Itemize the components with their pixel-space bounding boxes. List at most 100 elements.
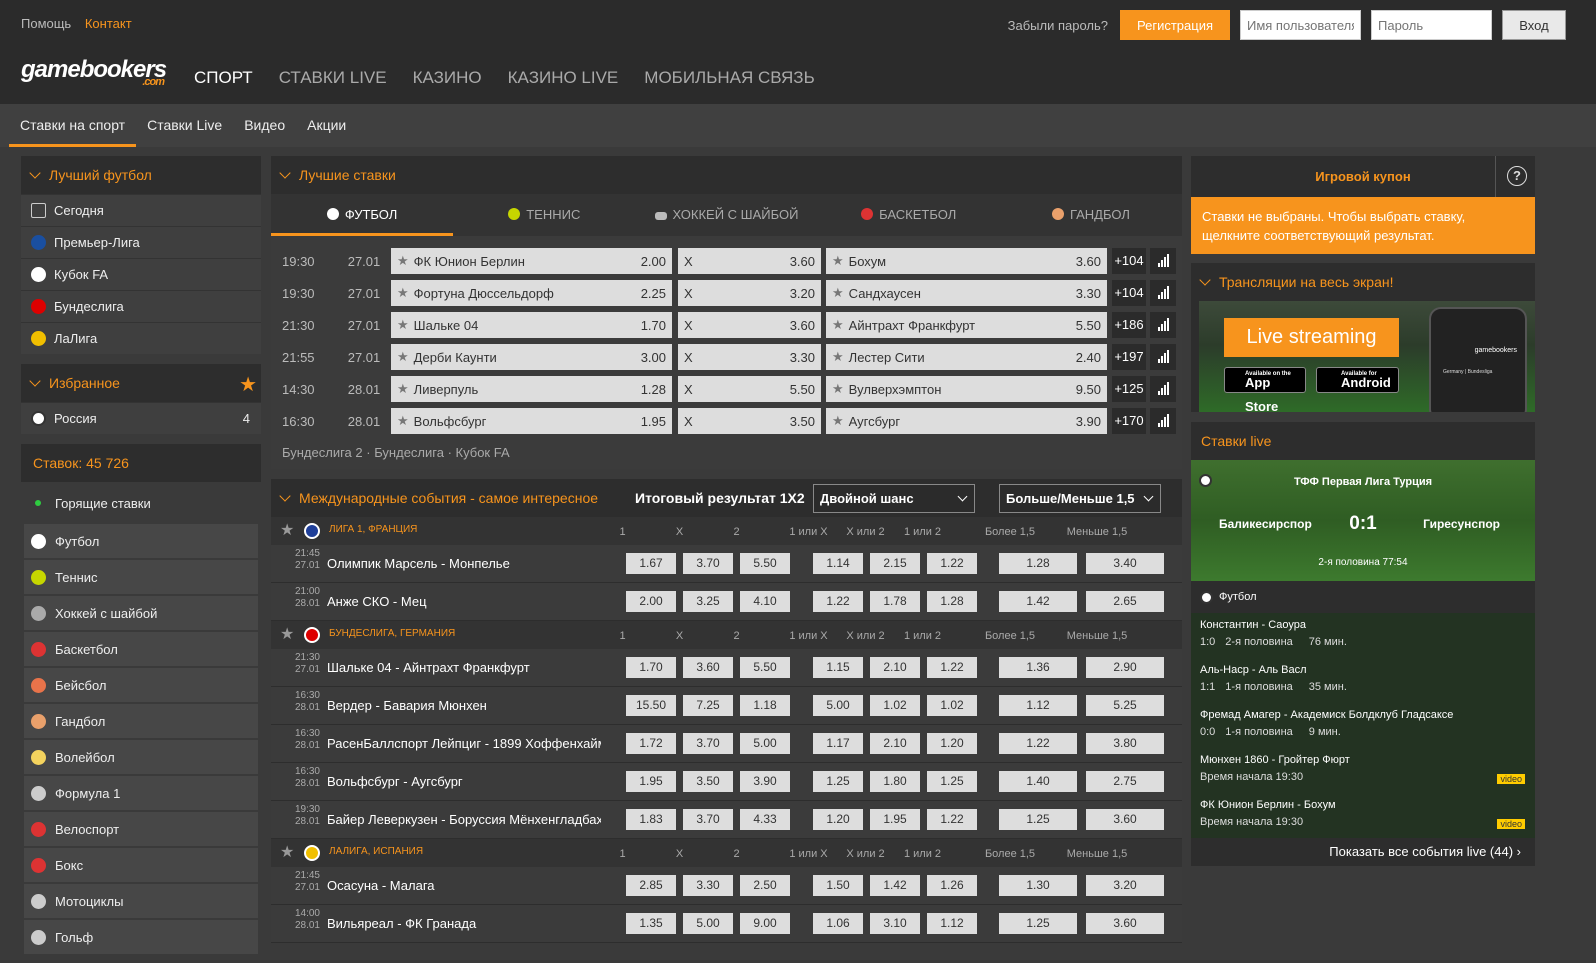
star-icon[interactable]: ★ (280, 520, 294, 540)
odd-button[interactable]: 1.30 (999, 875, 1077, 896)
event-name[interactable]: Байер Леверкузен - Боруссия Мёнхенгладба… (327, 812, 601, 827)
odd-button[interactable]: 2.50 (740, 875, 790, 896)
odd-button[interactable]: 5.50 (740, 657, 790, 678)
live-event[interactable]: ФК Юнион Берлин - Бохум Время начала 19:3… (1191, 793, 1535, 838)
stats-icon[interactable] (1150, 280, 1176, 306)
away-odd-button[interactable]: ★ Аугсбург 3.90 (826, 408, 1107, 434)
nav-casino[interactable]: КАЗИНО (413, 68, 482, 88)
odd-button[interactable]: 7.25 (683, 695, 733, 716)
away-odd-button[interactable]: ★ Вулверхэмптон 9.50 (826, 376, 1107, 402)
odd-button[interactable]: 1.25 (813, 771, 863, 792)
sport-item[interactable]: Бейсбол (24, 668, 258, 702)
odd-button[interactable]: 1.35 (626, 913, 676, 934)
odd-button[interactable]: 1.14 (813, 553, 863, 574)
best-football-item[interactable]: Сегодня (21, 194, 261, 226)
star-icon[interactable]: ★ (397, 349, 409, 365)
streaming-header[interactable]: Трансляции на весь экран! (1191, 263, 1535, 301)
sport-item[interactable]: Хоккей с шайбой (24, 596, 258, 630)
stats-icon[interactable] (1150, 312, 1176, 338)
stats-icon[interactable] (1150, 408, 1176, 434)
odd-button[interactable]: 3.60 (683, 657, 733, 678)
draw-odd-button[interactable]: X 3.20 (678, 280, 821, 306)
odd-button[interactable]: 5.50 (740, 553, 790, 574)
event-name[interactable]: Шальке 04 - Айнтрахт Франкфурт (327, 660, 601, 675)
live-featured-card[interactable]: ТФФ Первая Лига Турция Баликесирспор 0:1… (1191, 460, 1535, 581)
login-button[interactable]: Вход (1502, 10, 1566, 40)
home-odd-button[interactable]: ★ Шальке 04 1.70 (391, 312, 672, 338)
subnav-video[interactable]: Видео (233, 104, 296, 147)
odd-button[interactable]: 1.22 (927, 657, 977, 678)
odd-button[interactable]: 2.15 (870, 553, 920, 574)
star-icon[interactable]: ★ (397, 253, 409, 269)
odd-button[interactable]: 5.00 (740, 733, 790, 754)
league-link[interactable]: Бундеслига (374, 445, 444, 460)
help-link[interactable]: Помощь (21, 16, 71, 31)
odd-button[interactable]: 9.00 (740, 913, 790, 934)
odd-button[interactable]: 3.70 (683, 809, 733, 830)
sport-item[interactable]: Футбол (24, 524, 258, 558)
home-odd-button[interactable]: ★ ФК Юнион Берлин 2.00 (391, 248, 672, 274)
best-bets-header[interactable]: Лучшие ставки (271, 156, 1182, 194)
register-button[interactable]: Регистрация (1120, 10, 1230, 40)
odd-button[interactable]: 2.75 (1086, 771, 1164, 792)
odd-button[interactable]: 3.30 (683, 875, 733, 896)
away-odd-button[interactable]: ★ Лестер Сити 2.40 (826, 344, 1107, 370)
odd-button[interactable]: 3.90 (740, 771, 790, 792)
sport-item[interactable]: Баскетбол (24, 632, 258, 666)
more-markets-button[interactable]: +104 (1112, 280, 1146, 306)
nav-mobile[interactable]: МОБИЛЬНАЯ СВЯЗЬ (644, 68, 814, 88)
odd-button[interactable]: 5.25 (1086, 695, 1164, 716)
odd-button[interactable]: 2.10 (870, 733, 920, 754)
subnav-sport-bets[interactable]: Ставки на спорт (9, 104, 137, 147)
favorites-header[interactable]: Избранное ★ (21, 364, 261, 402)
odd-button[interactable]: 1.50 (813, 875, 863, 896)
odd-button[interactable]: 1.22 (813, 591, 863, 612)
odd-button[interactable]: 1.25 (927, 771, 977, 792)
odd-button[interactable]: 1.28 (927, 591, 977, 612)
logo[interactable]: gamebookers .com (21, 56, 167, 88)
event-name[interactable]: Вердер - Бавария Мюнхен (327, 698, 601, 713)
sport-item[interactable]: Волейбол (24, 740, 258, 774)
live-event[interactable]: Фремад Амагер - Академиск Болдклуб Гладс… (1191, 703, 1535, 748)
star-icon[interactable]: ★ (832, 349, 844, 365)
tab-football[interactable]: ФУТБОЛ (271, 194, 454, 236)
event-name[interactable]: Олимпик Марсель - Монпелье (327, 556, 601, 571)
league-link[interactable]: Кубок FA (456, 445, 510, 460)
odd-button[interactable]: 3.20 (1086, 875, 1164, 896)
odd-button[interactable]: 1.06 (813, 913, 863, 934)
star-icon[interactable]: ★ (397, 413, 409, 429)
odd-button[interactable]: 1.78 (870, 591, 920, 612)
more-markets-button[interactable]: +170 (1112, 408, 1146, 434)
fav-item[interactable]: Россия 4 (21, 402, 261, 434)
odd-button[interactable]: 3.60 (1086, 809, 1164, 830)
show-all-live-link[interactable]: Показать все события live (44) › (1191, 838, 1535, 866)
best-football-item[interactable]: Премьер-Лига (21, 226, 261, 258)
star-icon[interactable]: ★ (397, 381, 409, 397)
odd-button[interactable]: 1.42 (870, 875, 920, 896)
odd-button[interactable]: 3.40 (1086, 553, 1164, 574)
double-chance-select[interactable]: Двойной шанс (813, 484, 975, 513)
odd-button[interactable]: 1.26 (927, 875, 977, 896)
tab-basketball[interactable]: БАСКЕТБОЛ (818, 194, 1000, 236)
odd-button[interactable]: 1.12 (999, 695, 1077, 716)
odd-button[interactable]: 1.15 (813, 657, 863, 678)
odd-button[interactable]: 2.90 (1086, 657, 1164, 678)
subnav-live-bets[interactable]: Ставки Live (136, 104, 233, 147)
star-icon[interactable]: ★ (832, 317, 844, 333)
nav-casino-live[interactable]: КАЗИНО LIVE (508, 68, 619, 88)
event-name[interactable]: Анже СКО - Мец (327, 594, 601, 609)
away-odd-button[interactable]: ★ Бохум 3.60 (826, 248, 1107, 274)
best-football-item[interactable]: Кубок FA (21, 258, 261, 290)
away-odd-button[interactable]: ★ Айнтрахт Франкфурт 5.50 (826, 312, 1107, 338)
forgot-password-link[interactable]: Забыли пароль? (1008, 18, 1108, 33)
draw-odd-button[interactable]: X 5.50 (678, 376, 821, 402)
more-markets-button[interactable]: +197 (1112, 344, 1146, 370)
stats-icon[interactable] (1150, 344, 1176, 370)
draw-odd-button[interactable]: X 3.60 (678, 312, 821, 338)
odd-button[interactable]: 1.95 (626, 771, 676, 792)
draw-odd-button[interactable]: X 3.60 (678, 248, 821, 274)
away-odd-button[interactable]: ★ Сандхаусен 3.30 (826, 280, 1107, 306)
odd-button[interactable]: 1.70 (626, 657, 676, 678)
app-store-button[interactable]: Available on the App Store (1224, 367, 1306, 412)
stats-icon[interactable] (1150, 248, 1176, 274)
